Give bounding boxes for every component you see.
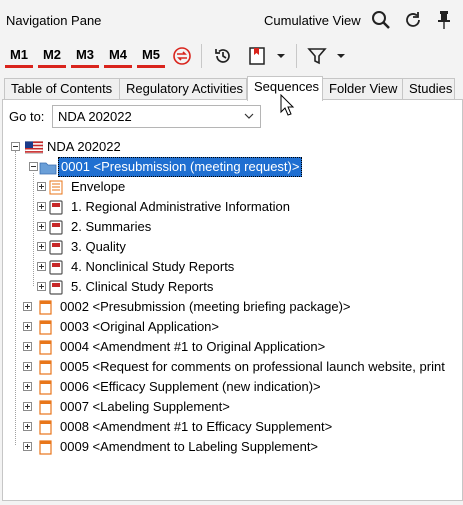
- sequence-doc-icon: [39, 420, 52, 435]
- tree-item-module[interactable]: 1. Regional Administrative Information: [3, 197, 462, 217]
- tree-item-sequence-0001[interactable]: 0001 <Presubmission (meeting request)>: [3, 157, 462, 177]
- expand-toggle[interactable]: [23, 342, 32, 351]
- envelope-icon: [49, 180, 63, 195]
- expand-toggle[interactable]: [23, 362, 32, 371]
- expand-toggle[interactable]: [37, 262, 46, 271]
- tab-regulatory-activities[interactable]: Regulatory Activities: [119, 78, 247, 100]
- tree-item-module[interactable]: 2. Summaries: [3, 217, 462, 237]
- expand-toggle[interactable]: [23, 322, 32, 331]
- tree-item-label: 0009 <Amendment to Labeling Supplement>: [60, 439, 319, 454]
- tree-item-module[interactable]: 3. Quality: [3, 237, 462, 257]
- toolbar-separator: [296, 44, 297, 68]
- us-flag-icon: [25, 141, 43, 154]
- expand-toggle[interactable]: [23, 302, 32, 311]
- toolbar: M1 M2 M3 M4 M5: [0, 40, 463, 72]
- goto-selected-value: NDA 202022: [58, 109, 132, 124]
- expand-toggle[interactable]: [23, 422, 32, 431]
- expand-toggle[interactable]: [23, 402, 32, 411]
- tree-item-envelope[interactable]: Envelope: [3, 177, 462, 197]
- collapse-toggle[interactable]: [11, 142, 20, 151]
- expand-toggle[interactable]: [37, 282, 46, 291]
- goto-select[interactable]: NDA 202022: [52, 105, 261, 128]
- tree-item-sequence[interactable]: 0009 <Amendment to Labeling Supplement>: [3, 437, 462, 457]
- expand-toggle[interactable]: [37, 182, 46, 191]
- milestone-m1-button[interactable]: M1: [5, 44, 33, 68]
- bookmark-icon[interactable]: [244, 44, 270, 68]
- sequences-panel: Go to: NDA 202022 NDA 202022 0001 <Presu…: [2, 99, 463, 501]
- tree-item-module[interactable]: 5. Clinical Study Reports: [3, 277, 462, 297]
- tree-item-module[interactable]: 4. Nonclinical Study Reports: [3, 257, 462, 277]
- filter-icon[interactable]: [304, 44, 330, 68]
- sequence-doc-icon: [39, 300, 52, 315]
- view-mode-label[interactable]: Cumulative View: [264, 13, 361, 28]
- expand-toggle[interactable]: [37, 222, 46, 231]
- tree-item-label: 5. Clinical Study Reports: [71, 279, 214, 294]
- module-book-icon: [49, 280, 63, 295]
- tree-item-label: 0004 <Amendment #1 to Original Applicati…: [60, 339, 326, 354]
- tree-item-label: 0007 <Labeling Supplement>: [60, 399, 230, 414]
- tree-item-sequence[interactable]: 0002 <Presubmission (meeting briefing pa…: [3, 297, 462, 317]
- tree-root-label: NDA 202022: [47, 139, 121, 154]
- expand-toggle[interactable]: [23, 442, 32, 451]
- search-icon[interactable]: [370, 9, 392, 31]
- module-book-icon: [49, 200, 63, 215]
- tree-item-sequence[interactable]: 0005 <Request for comments on profession…: [3, 357, 462, 377]
- tree-root[interactable]: NDA 202022: [3, 137, 462, 157]
- pane-header: Navigation Pane Cumulative View: [0, 0, 463, 40]
- sequence-doc-icon: [39, 340, 52, 355]
- tree-item-sequence[interactable]: 0007 <Labeling Supplement>: [3, 397, 462, 417]
- expand-toggle[interactable]: [37, 242, 46, 251]
- tree-item-label: 2. Summaries: [71, 219, 152, 234]
- tree-item-label: 3. Quality: [71, 239, 126, 254]
- sequence-doc-icon: [39, 400, 52, 415]
- module-book-icon: [49, 240, 63, 255]
- dropdown-icon[interactable]: [332, 44, 350, 68]
- chevron-down-icon[interactable]: [244, 111, 254, 121]
- tree-item-label: 0002 <Presubmission (meeting briefing pa…: [60, 299, 351, 314]
- toolbar-separator: [201, 44, 202, 68]
- module-book-icon: [49, 260, 63, 275]
- tree-item-label: 0006 <Efficacy Supplement (new indicatio…: [60, 379, 321, 394]
- tree-item-sequence[interactable]: 0003 <Original Application>: [3, 317, 462, 337]
- sequence-doc-icon: [39, 320, 52, 335]
- tree-item-label: 0005 <Request for comments on profession…: [60, 359, 445, 374]
- sync-icon[interactable]: [169, 44, 195, 68]
- navigation-pane: Navigation Pane Cumulative View M1 M2 M3…: [0, 0, 463, 505]
- tree-item-sequence[interactable]: 0004 <Amendment #1 to Original Applicati…: [3, 337, 462, 357]
- tab-folder-view[interactable]: Folder View: [322, 78, 403, 100]
- milestone-m5-button[interactable]: M5: [137, 44, 165, 68]
- mouse-cursor-icon: [280, 94, 295, 116]
- goto-label: Go to:: [9, 109, 45, 124]
- tree-item-label: Envelope: [71, 179, 126, 194]
- expand-toggle[interactable]: [37, 202, 46, 211]
- tab-strip: Table of Contents Regulatory Activities …: [2, 76, 463, 101]
- collapse-toggle[interactable]: [29, 162, 38, 171]
- refresh-icon[interactable]: [402, 9, 424, 31]
- pane-title: Navigation Pane: [6, 13, 102, 28]
- tree-item-label: 0003 <Original Application>: [60, 319, 220, 334]
- tree-item-label: 1. Regional Administrative Information: [71, 199, 290, 214]
- tree-item-sequence[interactable]: 0008 <Amendment #1 to Efficacy Supplemen…: [3, 417, 462, 437]
- selected-sequence-label: 0001 <Presubmission (meeting request)>: [58, 157, 303, 177]
- folder-icon: [39, 162, 57, 175]
- pin-icon[interactable]: [433, 9, 455, 31]
- milestone-m3-button[interactable]: M3: [71, 44, 99, 68]
- tab-studies[interactable]: Studies: [402, 78, 455, 100]
- history-icon[interactable]: [210, 44, 236, 68]
- sequence-doc-icon: [39, 440, 52, 455]
- expand-toggle[interactable]: [23, 382, 32, 391]
- sequence-doc-icon: [39, 360, 52, 375]
- tree-item-label: 4. Nonclinical Study Reports: [71, 259, 235, 274]
- dropdown-icon[interactable]: [272, 44, 290, 68]
- tab-table-of-contents[interactable]: Table of Contents: [4, 78, 120, 100]
- milestone-m4-button[interactable]: M4: [104, 44, 132, 68]
- module-book-icon: [49, 220, 63, 235]
- milestone-m2-button[interactable]: M2: [38, 44, 66, 68]
- tree-item-sequence[interactable]: 0006 <Efficacy Supplement (new indicatio…: [3, 377, 462, 397]
- tree-item-label: 0008 <Amendment #1 to Efficacy Supplemen…: [60, 419, 333, 434]
- sequence-doc-icon: [39, 380, 52, 395]
